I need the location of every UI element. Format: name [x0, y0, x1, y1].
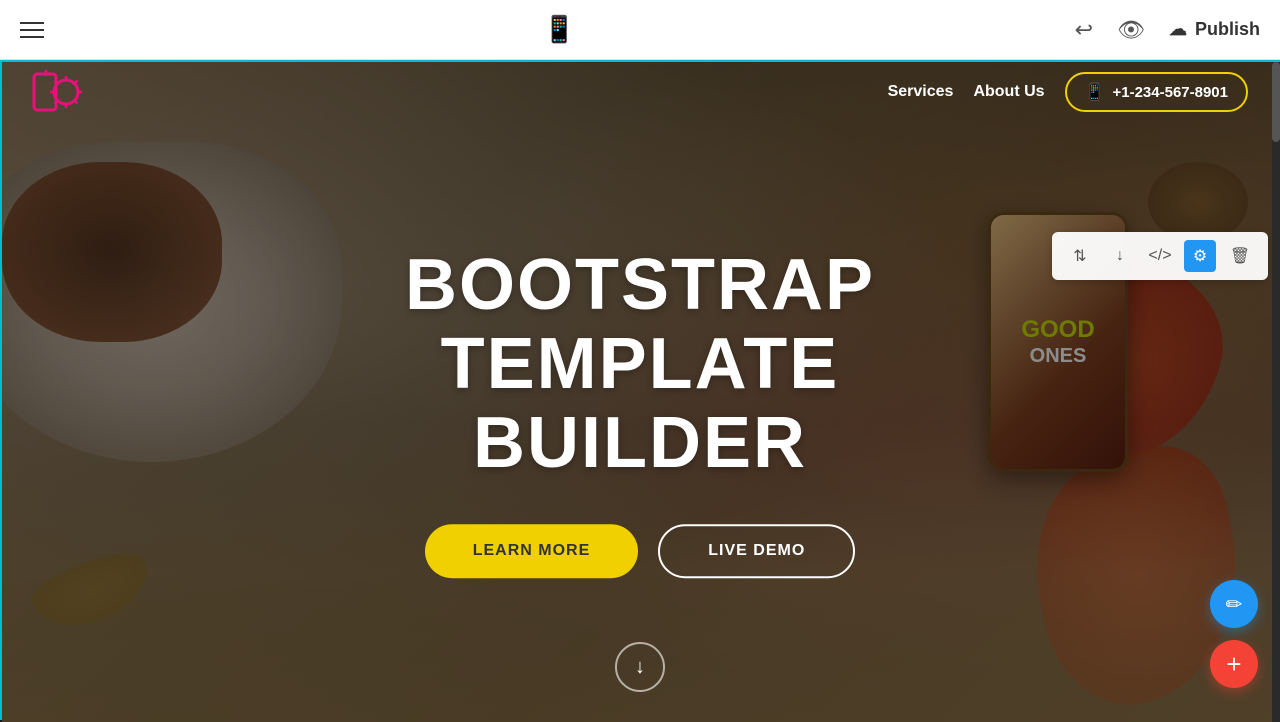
- delete-button[interactable]: 🗑: [1224, 240, 1256, 272]
- publish-button[interactable]: ☁ Publish: [1169, 19, 1260, 40]
- phone-cta[interactable]: 📱 +1-234-567-8901: [1065, 72, 1248, 112]
- download-button[interactable]: ↓: [1104, 240, 1136, 272]
- live-demo-button[interactable]: LIVE DEMO: [658, 524, 855, 578]
- logo: [32, 70, 82, 114]
- phone-number: +1-234-567-8901: [1112, 84, 1228, 101]
- scroll-down-arrow: ↓: [635, 656, 645, 679]
- scrollbar[interactable]: [1272, 62, 1280, 722]
- settings-button[interactable]: ⚙: [1184, 240, 1216, 272]
- nav-links: Services About Us 📱 +1-234-567-8901: [888, 72, 1248, 112]
- nav-about[interactable]: About Us: [973, 83, 1044, 101]
- logo-svg: [32, 70, 82, 114]
- hero-section: GOOD ONES: [2, 62, 1278, 722]
- publish-label: Publish: [1195, 19, 1260, 40]
- toolbar-center: 📱: [543, 14, 575, 45]
- pencil-icon: ✏: [1226, 592, 1243, 617]
- hero-navigation: Services About Us 📱 +1-234-567-8901: [2, 62, 1278, 122]
- scrollbar-thumb[interactable]: [1272, 62, 1280, 142]
- nav-services[interactable]: Services: [888, 83, 954, 101]
- top-toolbar: 📱 ↩ 👁 ☁ Publish: [0, 0, 1280, 60]
- menu-button[interactable]: [20, 22, 44, 38]
- cloud-upload-icon: ☁: [1169, 19, 1187, 40]
- fab-pencil-button[interactable]: ✏: [1210, 580, 1258, 628]
- hero-content: BOOTSTRAP TEMPLATE BUILDER LEARN MORE LI…: [321, 246, 959, 578]
- learn-more-button[interactable]: LEARN MORE: [425, 524, 639, 578]
- plus-icon: +: [1226, 649, 1241, 680]
- code-button[interactable]: </>: [1144, 240, 1176, 272]
- scroll-down-button[interactable]: ↓: [615, 642, 665, 692]
- mobile-preview-icon[interactable]: 📱: [543, 14, 575, 45]
- hero-title-line2: TEMPLATE BUILDER: [441, 324, 840, 483]
- preview-icon[interactable]: 👁: [1117, 17, 1145, 43]
- hero-title: BOOTSTRAP TEMPLATE BUILDER: [321, 246, 959, 484]
- toolbar-right: ↩ 👁 ☁ Publish: [1075, 17, 1260, 43]
- phone-icon: 📱: [1085, 82, 1105, 102]
- hero-buttons: LEARN MORE LIVE DEMO: [321, 524, 959, 578]
- section-toolbar: ⇅ ↓ </> ⚙ 🗑: [1052, 232, 1268, 280]
- canvas-area: GOOD ONES: [0, 60, 1280, 720]
- hero-title-line1: BOOTSTRAP: [405, 245, 875, 325]
- toolbar-left: [20, 22, 44, 38]
- sort-button[interactable]: ⇅: [1064, 240, 1096, 272]
- fab-add-button[interactable]: +: [1210, 640, 1258, 688]
- undo-icon[interactable]: ↩: [1075, 17, 1093, 43]
